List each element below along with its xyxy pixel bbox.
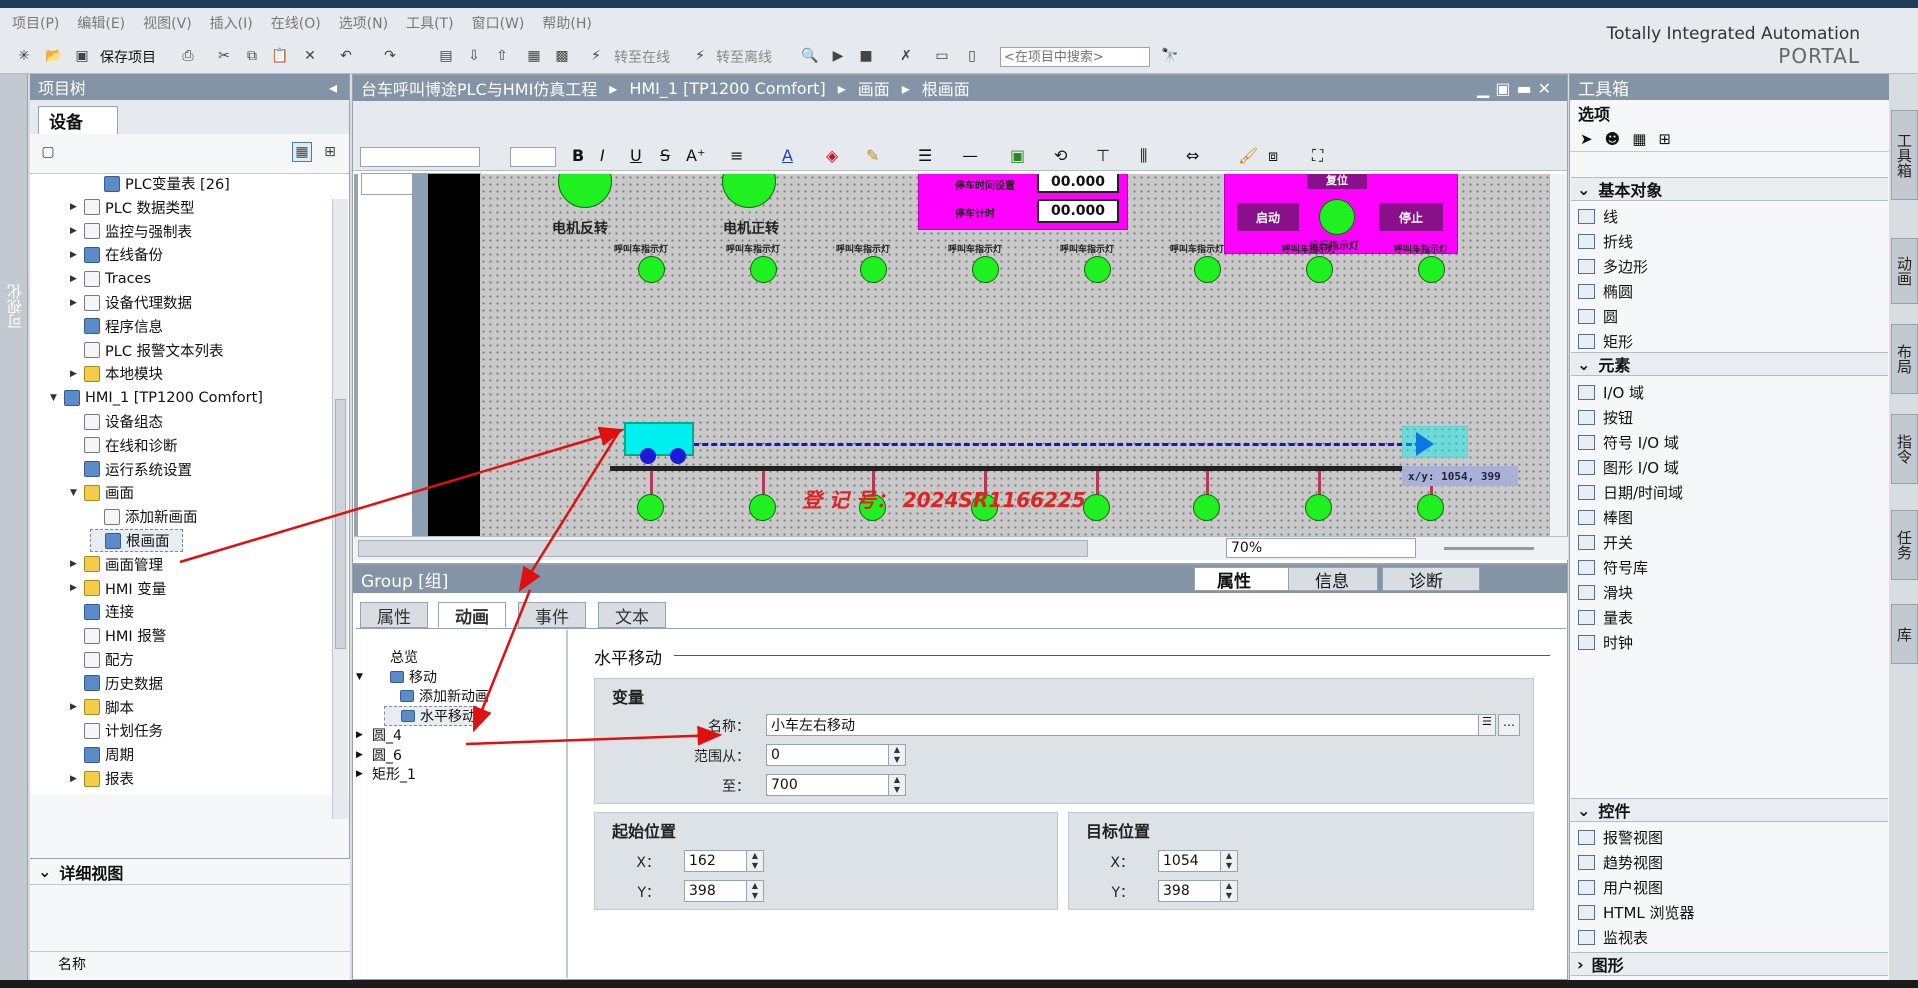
arrow-group-to-move: [472, 589, 532, 733]
annotation-arrows: [179, 426, 723, 746]
arrow-move-to-tag: [465, 725, 723, 746]
os-taskbar: [0, 980, 1918, 988]
arrow-screen-to-cart: [179, 426, 625, 564]
arrow-cart-to-group: [518, 429, 622, 593]
